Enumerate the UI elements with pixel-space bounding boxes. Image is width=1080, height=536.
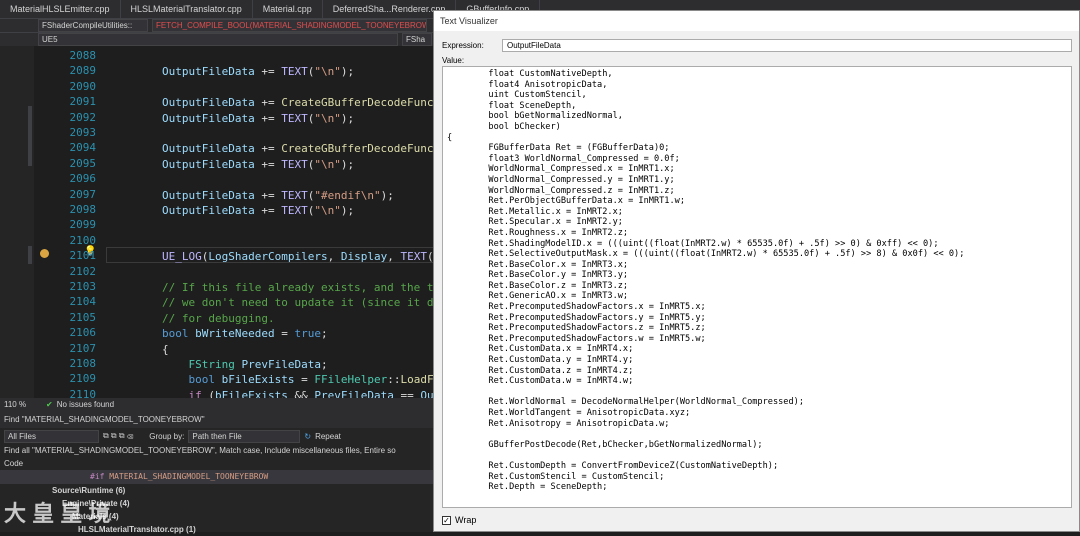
zhihu-watermark: 知乎 @YivanLee	[814, 478, 1008, 508]
line-number-gutter: 💡 2088 2089 2090 2091 2092 2093 2094 2095 2096 20…	[34, 46, 106, 401]
result-match: MATERIAL_SHADINGMODEL_TOONEYEBROW	[109, 472, 269, 481]
group-by-label: Group by:	[149, 431, 185, 441]
find-summary: Find all "MATERIAL_SHADINGMODEL_TOONEYEB…	[4, 446, 396, 455]
wrap-checkbox[interactable]: ✓	[442, 515, 451, 525]
line-number: 2095	[69, 156, 97, 170]
code-line: bool bFileExists = FFileHelper::LoadF	[188, 373, 434, 387]
line-number: 2090	[69, 79, 97, 93]
value-textbox[interactable]: float CustomNativeDepth, float4 Anisotro…	[442, 66, 1072, 508]
left-watermark: 大 皇 皇 境	[4, 501, 111, 526]
find-column-header: Code	[4, 459, 24, 468]
code-line: {	[162, 342, 169, 356]
zoom-level[interactable]: 110 %	[0, 398, 40, 412]
line-number: 2093	[69, 126, 97, 139]
code-line: OutputFileData += CreateGBufferDecodeFun…	[162, 96, 436, 110]
repeat-button[interactable]: Repeat	[315, 432, 341, 441]
code-line: bool bWriteNeeded = true;	[162, 327, 328, 341]
line-number: 2099	[69, 218, 97, 232]
code-line: OutputFileData += TEXT("\n");	[162, 111, 355, 125]
expression-label: Expression:	[442, 41, 484, 50]
code-line: OutputFileData += TEXT("#endif\n");	[162, 188, 394, 202]
line-number: 2107	[69, 341, 97, 355]
code-line: OutputFileData += TEXT("\n");	[162, 65, 355, 79]
group-by-dropdown[interactable]: Path then File	[188, 429, 301, 443]
issues-status[interactable]: No issues found	[53, 398, 114, 412]
solution-strip	[0, 46, 34, 398]
tab-hlsl-material-translator[interactable]: HLSLMaterialTranslator.cpp	[121, 0, 253, 18]
line-number: 2109	[69, 372, 97, 386]
editor-status-bar: 110 % ✔ No issues found	[0, 398, 440, 412]
project-bar: UE5 FSha	[0, 32, 440, 46]
expression-field[interactable]: OutputFileData	[502, 39, 1072, 52]
code-line: OutputFileData += CreateGBufferDecodeFun…	[162, 142, 436, 156]
line-number: 2100	[69, 233, 97, 247]
value-label: Value:	[442, 56, 465, 65]
issues-ok-icon: ✔	[46, 400, 53, 409]
line-number: 2094	[69, 141, 97, 155]
line-number: 2097	[69, 187, 97, 201]
line-number: 2091	[69, 95, 97, 109]
code-line: if (bFileExists && PrevFileData == Ou	[188, 388, 434, 398]
wrap-label: Wrap	[455, 515, 477, 525]
line-number: 2104	[69, 295, 97, 309]
line-number: 2089	[69, 64, 97, 78]
breakpoint-icon[interactable]	[40, 249, 49, 258]
symbol-dropdown[interactable]: FSha	[402, 33, 432, 46]
result-prefix: #if	[90, 472, 110, 481]
code-editor[interactable]: OutputFileData += TEXT("\n"); OutputFileD…	[106, 46, 436, 398]
navigation-bar: FShaderCompileUtilities:: FETCH_COMPILE_…	[0, 18, 440, 32]
line-number: 2105	[69, 310, 97, 324]
text-visualizer-dialog: Text Visualizer Expression: OutputFileDa…	[433, 10, 1080, 532]
code-line: // we don't need to update it (since it …	[162, 296, 434, 310]
tab-material-cpp[interactable]: Material.cpp	[253, 0, 323, 18]
line-number: 2092	[69, 110, 97, 124]
line-number: 2088	[69, 49, 97, 62]
code-line: FString PrevFileData;	[188, 358, 328, 371]
code-line: OutputFileData += TEXT("\n");	[162, 204, 355, 217]
code-line: // If this file already exists, and the …	[162, 281, 434, 294]
code-line: UE_LOG(LogShaderCompilers, Display, TEXT…	[162, 250, 434, 264]
repeat-icon[interactable]: ↻	[304, 432, 311, 441]
line-number: 2108	[69, 357, 97, 370]
line-number: 2101	[69, 249, 97, 263]
find-toolbar-icons[interactable]: ⧉ ⧉ ⧉ ⌫	[103, 431, 133, 441]
line-number: 2096	[69, 172, 97, 186]
line-number: 2102	[69, 264, 97, 278]
dialog-title: Text Visualizer	[434, 11, 1079, 31]
line-number: 2103	[69, 280, 97, 293]
member-scope-dropdown[interactable]: FETCH_COMPILE_BOOL(MATERIAL_SHADINGMODEL…	[152, 19, 427, 32]
file-scope-dropdown[interactable]: FShaderCompileUtilities::	[38, 19, 148, 32]
code-line: // for debugging.	[162, 311, 275, 325]
line-number: 2106	[69, 326, 97, 340]
tab-material-hlsl-emitter[interactable]: MaterialHLSLEmitter.cpp	[0, 0, 121, 18]
find-result-row[interactable]: #if MATERIAL_SHADINGMODEL_TOONEYEBROW	[0, 470, 440, 484]
find-filter-dropdown[interactable]: All Files	[4, 429, 99, 443]
project-dropdown[interactable]: UE5	[38, 33, 398, 46]
find-panel-title: Find "MATERIAL_SHADINGMODEL_TOONEYEBROW"	[0, 412, 440, 428]
code-line: OutputFileData += TEXT("\n");	[162, 157, 355, 171]
line-number: 2098	[69, 203, 97, 216]
